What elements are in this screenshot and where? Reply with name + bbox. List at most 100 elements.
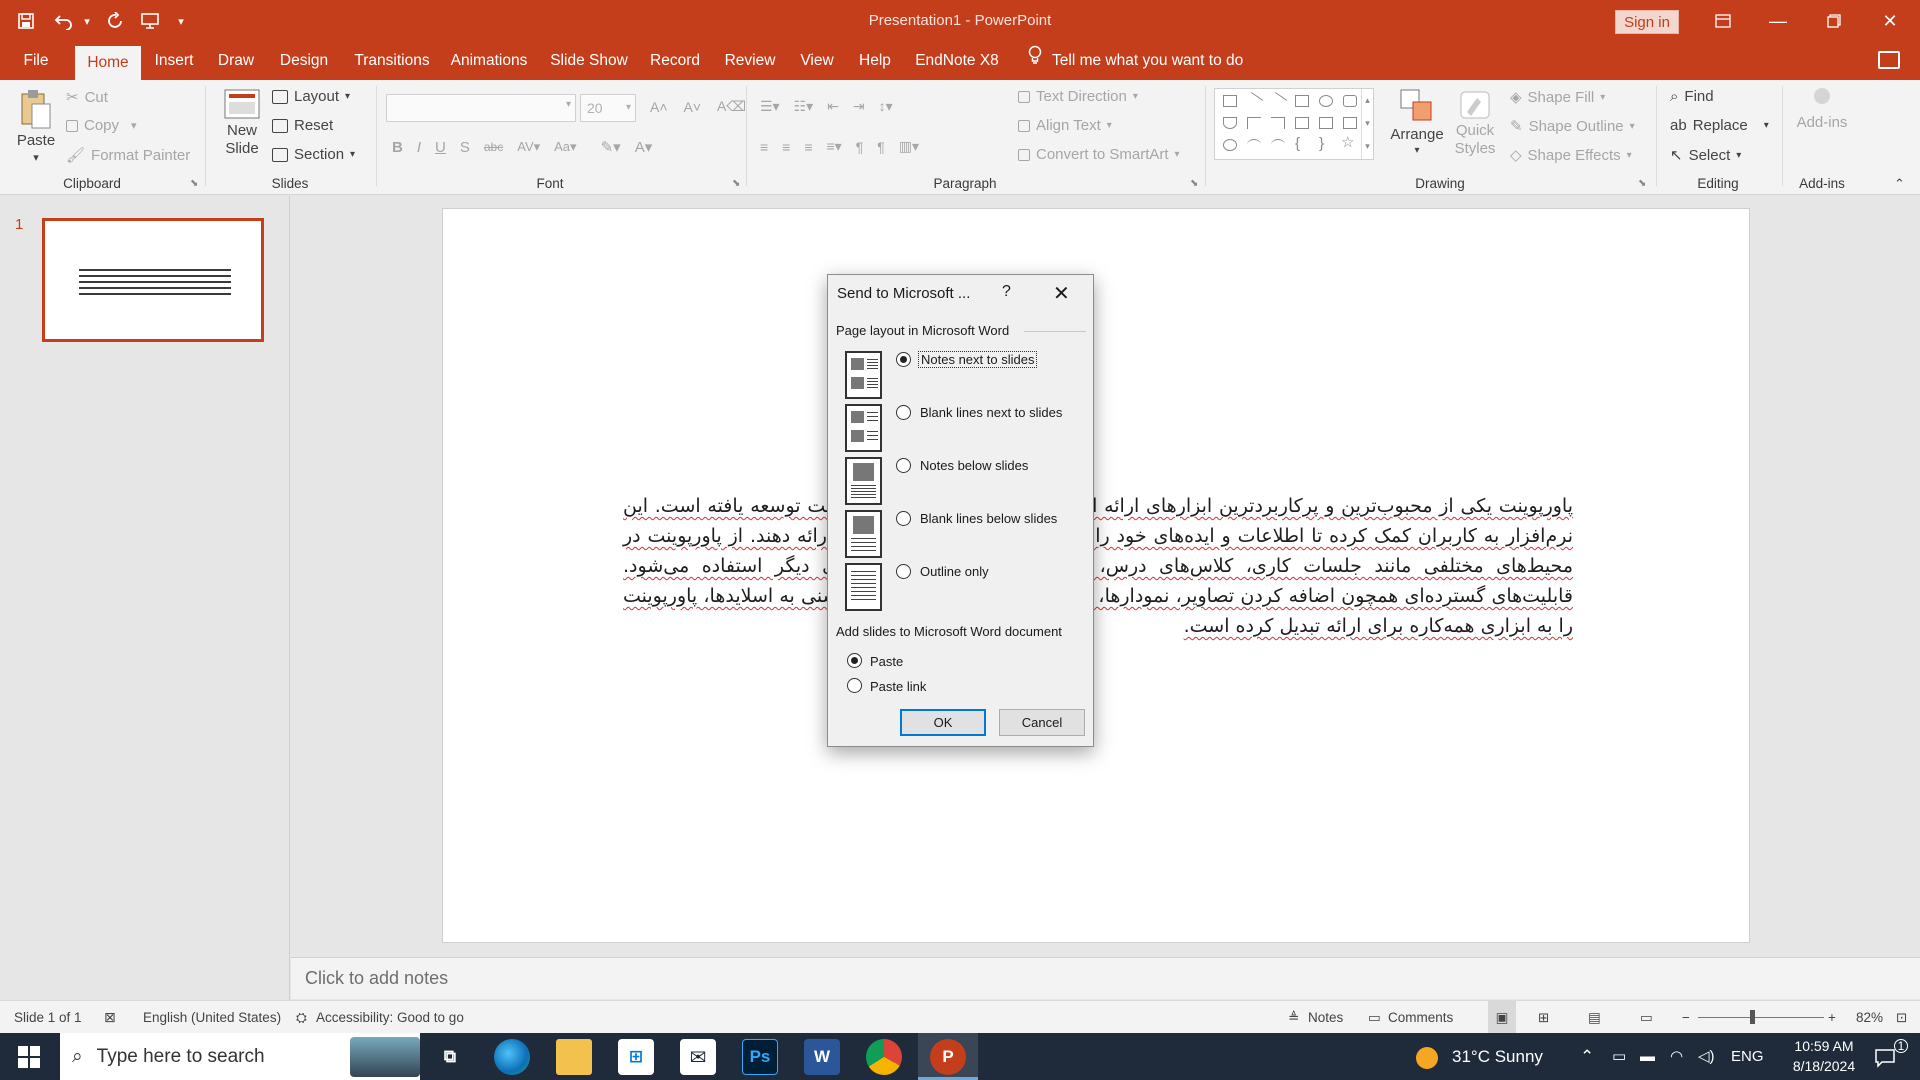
tab-file[interactable]: File [10, 42, 62, 80]
clock[interactable]: 10:59 AM 8/18/2024 [1774, 1033, 1874, 1080]
windows-start-icon[interactable] [18, 1046, 40, 1072]
restore-icon[interactable] [1806, 0, 1862, 42]
blank-lines-next-to-slides-radio[interactable] [896, 405, 911, 420]
notes-toggle-icon[interactable]: ≜ [1288, 1001, 1299, 1034]
comments-status-icon[interactable]: ▭ [1368, 1001, 1381, 1034]
paragraph-launcher-icon[interactable]: ⬊ [1190, 178, 1198, 189]
notes-below-slides-label[interactable]: Notes below slides [920, 458, 1028, 473]
font-launcher-icon[interactable]: ⬊ [732, 178, 740, 189]
file-explorer-icon[interactable] [556, 1039, 592, 1075]
shapes-gallery[interactable]: {} ☆ ▴ ▾ ▾ [1214, 88, 1374, 160]
tab-record[interactable]: Record [644, 42, 706, 80]
format-painter-button[interactable]: 🖌 Format Painter [66, 146, 190, 165]
sign-in-button[interactable]: Sign in [1615, 10, 1679, 34]
tell-me-box[interactable]: Tell me what you want to do [1028, 42, 1243, 80]
taskbar-search[interactable]: ⌕ Type here to search [60, 1033, 420, 1080]
meet-icon[interactable]: ▭ [1612, 1033, 1626, 1080]
tab-view[interactable]: View [794, 42, 840, 80]
font-name-box[interactable]: ▾ [386, 94, 576, 122]
slide-sorter-icon[interactable]: ⊞ [1538, 1001, 1549, 1034]
undo-icon[interactable] [52, 7, 76, 35]
shape-effects-button[interactable]: ◇ Shape Effects ▾ [1510, 146, 1632, 165]
undo-dropdown-icon[interactable]: ▾ [80, 7, 94, 35]
reading-view-icon[interactable]: ▤ [1588, 1001, 1601, 1034]
add-ins-button[interactable]: Add-ins [1792, 88, 1852, 131]
arrange-button[interactable]: Arrange ▾ [1390, 88, 1444, 156]
copy-button[interactable]: Copy ▾ [66, 117, 137, 134]
tab-review[interactable]: Review [716, 42, 784, 80]
show-hidden-icons[interactable]: ⌃ [1580, 1033, 1594, 1080]
tab-slide-show[interactable]: Slide Show [544, 42, 634, 80]
photoshop-icon[interactable]: Ps [742, 1039, 778, 1075]
paste-label[interactable]: Paste [870, 654, 903, 669]
layout-button[interactable]: Layout ▾ [272, 88, 350, 105]
slideshow-view-icon[interactable]: ▭ [1640, 1001, 1653, 1034]
new-slide-button[interactable]: New Slide [214, 88, 270, 158]
columns-icon[interactable]: ▥▾ [899, 138, 919, 155]
section-button[interactable]: Section ▾ [272, 146, 355, 163]
tab-help[interactable]: Help [852, 42, 898, 80]
comments-toggle[interactable]: Comments [1388, 1001, 1453, 1034]
line-spacing-icon[interactable]: ↕▾ [879, 98, 893, 115]
present-icon[interactable] [138, 7, 162, 35]
help-icon[interactable]: ? [1002, 283, 1011, 301]
outline-only-label[interactable]: Outline only [920, 564, 989, 579]
drawing-launcher-icon[interactable]: ⬊ [1638, 178, 1646, 189]
shape-outline-button[interactable]: ✎ Shape Outline ▾ [1510, 117, 1635, 136]
network-icon[interactable]: ◠ [1670, 1033, 1683, 1080]
paste-radio[interactable] [847, 653, 862, 668]
align-text-button[interactable]: Align Text ▾ [1018, 117, 1112, 134]
ltr-icon[interactable]: ¶ [856, 139, 864, 155]
tab-animations[interactable]: Animations [446, 42, 532, 80]
highlight-icon[interactable]: ✎▾ [601, 138, 621, 156]
normal-view-icon[interactable]: ▣ [1488, 1001, 1516, 1034]
zoom-in-icon[interactable]: + [1828, 1001, 1836, 1034]
minimize-icon[interactable]: — [1750, 0, 1806, 42]
chrome-icon[interactable] [866, 1039, 902, 1075]
select-button[interactable]: ↖ Select ▾ [1670, 146, 1741, 165]
rtl-icon[interactable]: ¶ [877, 139, 885, 155]
weather-icon[interactable] [1416, 1033, 1438, 1080]
zoom-slider[interactable] [1698, 1001, 1824, 1034]
mail-icon[interactable]: ✉ [680, 1039, 716, 1075]
fit-slide-icon[interactable]: ⊡ [1896, 1001, 1907, 1034]
save-icon[interactable] [14, 7, 38, 35]
weather-text[interactable]: 31°C Sunny [1452, 1033, 1543, 1080]
notes-pane[interactable]: Click to add notes [291, 957, 1920, 999]
battery-icon[interactable]: ▬ [1640, 1033, 1655, 1080]
align-right-icon[interactable]: ≡ [804, 139, 812, 155]
redo-icon[interactable] [104, 7, 128, 35]
justify-icon[interactable]: ≡▾ [827, 138, 842, 155]
outline-only-radio[interactable] [896, 564, 911, 579]
collapse-ribbon-icon[interactable]: ⌃ [1894, 176, 1905, 192]
slide-text-box[interactable]: پاورپوینت یکی از محبوب‌ترین و پرکاربردتر… [623, 491, 1573, 641]
strikethrough-icon[interactable]: abc [484, 140, 503, 154]
bold-icon[interactable]: B [392, 139, 403, 156]
shrink-font-icon[interactable]: A˅ [684, 99, 702, 115]
paste-link-radio[interactable] [847, 678, 862, 693]
clipboard-launcher-icon[interactable]: ⬊ [190, 178, 198, 189]
cut-button[interactable]: ✂ Cut [66, 88, 108, 107]
word-icon[interactable]: W [804, 1039, 840, 1075]
blank-lines-below-slides-radio[interactable] [896, 511, 911, 526]
task-view-icon[interactable]: ⧉ [432, 1039, 468, 1075]
tab-transitions[interactable]: Transitions [346, 42, 438, 80]
quick-styles-button[interactable]: Quick Styles [1450, 88, 1500, 158]
ok-button[interactable]: OK [900, 709, 986, 736]
align-center-icon[interactable]: ≡ [782, 139, 790, 155]
tab-insert[interactable]: Insert [147, 42, 201, 80]
blank-lines-next-to-slides-label[interactable]: Blank lines next to slides [920, 405, 1062, 420]
store-icon[interactable]: ⊞ [618, 1039, 654, 1075]
bullets-icon[interactable]: ☰▾ [760, 98, 780, 115]
font-size-box[interactable]: 20 ▾ [580, 94, 636, 122]
find-button[interactable]: ⌕ Find [1670, 88, 1714, 105]
spell-check-icon[interactable]: ⊠ [104, 1001, 116, 1034]
underline-icon[interactable]: U [435, 139, 446, 156]
accessibility-icon[interactable]: ⛭ [296, 1001, 307, 1034]
convert-smartart-button[interactable]: Convert to SmartArt ▾ [1018, 146, 1180, 163]
notes-below-slides-radio[interactable] [896, 458, 911, 473]
text-direction-button[interactable]: Text Direction ▾ [1018, 88, 1138, 105]
accessibility-status[interactable]: Accessibility: Good to go [316, 1001, 464, 1034]
close-icon[interactable]: ✕ [1053, 281, 1070, 306]
shadow-icon[interactable]: S [460, 139, 470, 156]
